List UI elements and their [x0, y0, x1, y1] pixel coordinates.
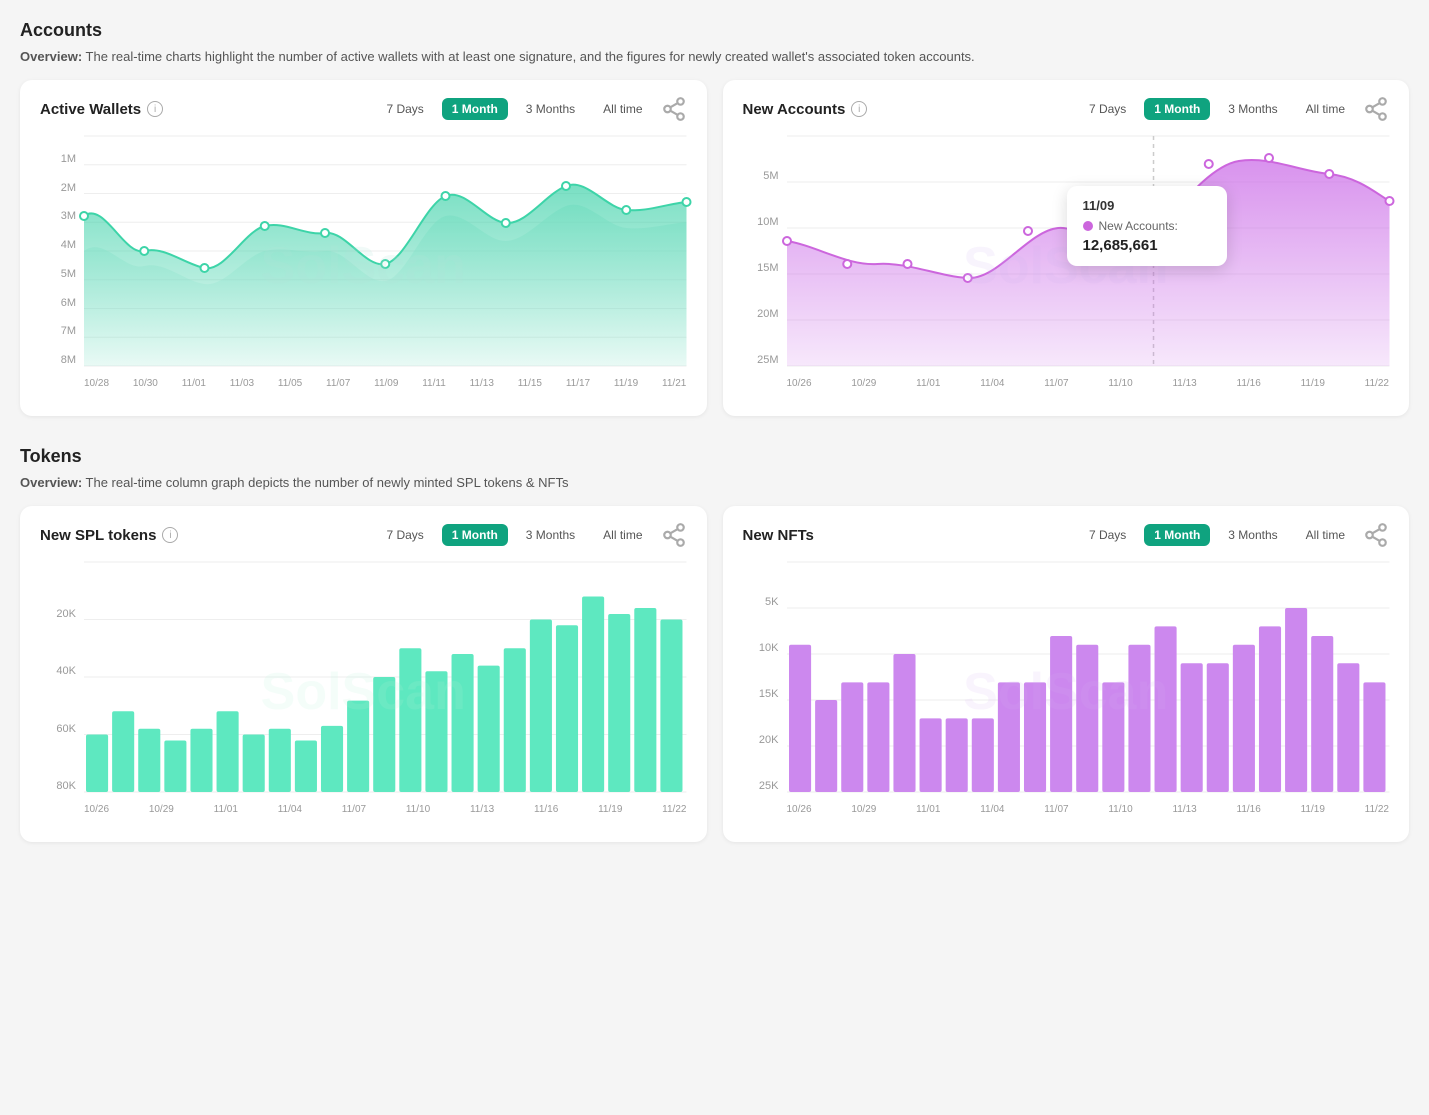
new-spl-tokens-3months-btn[interactable]: 3 Months: [516, 524, 585, 546]
accounts-charts-grid: Active Wallets i 7 Days 1 Month 3 Months…: [20, 80, 1409, 416]
new-accounts-x-axis: 10/26 10/29 11/01 11/04 11/07 11/10 11/1…: [787, 371, 1390, 396]
tokens-overview: Overview: The real-time column graph dep…: [20, 475, 1409, 490]
new-spl-tokens-header: New SPL tokens i 7 Days 1 Month 3 Months…: [40, 522, 687, 548]
active-wallets-controls: 7 Days 1 Month 3 Months All time: [376, 96, 686, 122]
new-nfts-alltime-btn[interactable]: All time: [1296, 524, 1355, 546]
new-spl-tokens-chart-area: SolScan 80K 60K 40K 20K: [40, 562, 687, 822]
active-wallets-info-icon[interactable]: i: [147, 101, 163, 117]
tokens-charts-grid: New SPL tokens i 7 Days 1 Month 3 Months…: [20, 506, 1409, 842]
tooltip-row: New Accounts:: [1083, 219, 1211, 233]
new-accounts-3months-btn[interactable]: 3 Months: [1218, 98, 1287, 120]
tooltip-label: New Accounts:: [1099, 219, 1178, 233]
new-accounts-7days-btn[interactable]: 7 Days: [1079, 98, 1136, 120]
active-wallets-title: Active Wallets: [40, 101, 141, 118]
new-spl-tokens-controls: 7 Days 1 Month 3 Months All time: [376, 522, 686, 548]
new-accounts-header: New Accounts i 7 Days 1 Month 3 Months A…: [743, 96, 1390, 122]
new-spl-tokens-x-axis: 10/26 10/29 11/01 11/04 11/07 11/10 11/1…: [84, 797, 687, 822]
new-spl-tokens-y-axis: 80K 60K 40K 20K: [40, 562, 76, 792]
new-accounts-info-icon[interactable]: i: [851, 101, 867, 117]
tooltip-dot: [1083, 221, 1093, 231]
new-spl-tokens-title-group: New SPL tokens i: [40, 527, 178, 544]
new-accounts-svg-area: 11/09 New Accounts: 12,685,661: [787, 136, 1390, 366]
new-nfts-x-axis: 10/26 10/29 11/01 11/04 11/07 11/10 11/1…: [787, 797, 1390, 822]
new-nfts-chart-area: SolScan 25K 20K 15K 10K 5K: [743, 562, 1390, 822]
active-wallets-1month-btn[interactable]: 1 Month: [442, 98, 508, 120]
new-nfts-title-group: New NFTs: [743, 527, 814, 544]
active-wallets-card: Active Wallets i 7 Days 1 Month 3 Months…: [20, 80, 707, 416]
new-spl-tokens-7days-btn[interactable]: 7 Days: [376, 524, 433, 546]
accounts-section: Accounts Overview: The real-time charts …: [20, 20, 1409, 416]
new-accounts-1month-btn[interactable]: 1 Month: [1144, 98, 1210, 120]
new-nfts-3months-btn[interactable]: 3 Months: [1218, 524, 1287, 546]
new-nfts-controls: 7 Days 1 Month 3 Months All time: [1079, 522, 1389, 548]
tokens-section: Tokens Overview: The real-time column gr…: [20, 446, 1409, 842]
new-nfts-7days-btn[interactable]: 7 Days: [1079, 524, 1136, 546]
new-spl-tokens-title: New SPL tokens: [40, 527, 156, 544]
new-spl-tokens-1month-btn[interactable]: 1 Month: [442, 524, 508, 546]
active-wallets-title-group: Active Wallets i: [40, 101, 163, 118]
active-wallets-7days-btn[interactable]: 7 Days: [376, 98, 433, 120]
active-wallets-share-icon[interactable]: [661, 96, 687, 122]
new-nfts-svg-area: [787, 562, 1390, 792]
tooltip-value: 12,685,661: [1083, 237, 1211, 254]
new-accounts-y-axis: 25M 20M 15M 10M 5M: [743, 136, 779, 366]
tooltip-date: 11/09: [1083, 198, 1211, 213]
new-accounts-share-icon[interactable]: [1363, 96, 1389, 122]
new-nfts-y-axis: 25K 20K 15K 10K 5K: [743, 562, 779, 792]
new-accounts-chart-area: SolScan 25M 20M 15M 10M 5M: [743, 136, 1390, 396]
new-spl-tokens-alltime-btn[interactable]: All time: [593, 524, 652, 546]
accounts-overview: Overview: The real-time charts highlight…: [20, 49, 1409, 64]
new-accounts-title: New Accounts: [743, 101, 846, 118]
overview-label: Overview:: [20, 49, 82, 64]
active-wallets-y-axis: 8M 7M 6M 5M 4M 3M 2M 1M: [40, 136, 76, 366]
active-wallets-alltime-btn[interactable]: All time: [593, 98, 652, 120]
new-accounts-tooltip: 11/09 New Accounts: 12,685,661: [1067, 186, 1227, 266]
new-accounts-card: New Accounts i 7 Days 1 Month 3 Months A…: [723, 80, 1410, 416]
new-spl-tokens-svg-area: [84, 562, 687, 792]
tokens-title: Tokens: [20, 446, 1409, 467]
new-accounts-alltime-btn[interactable]: All time: [1296, 98, 1355, 120]
new-nfts-share-icon[interactable]: [1363, 522, 1389, 548]
new-spl-tokens-share-icon[interactable]: [661, 522, 687, 548]
new-nfts-title: New NFTs: [743, 527, 814, 544]
new-spl-tokens-info-icon[interactable]: i: [162, 527, 178, 543]
active-wallets-3months-btn[interactable]: 3 Months: [516, 98, 585, 120]
active-wallets-header: Active Wallets i 7 Days 1 Month 3 Months…: [40, 96, 687, 122]
new-accounts-title-group: New Accounts i: [743, 101, 868, 118]
accounts-title: Accounts: [20, 20, 1409, 41]
new-nfts-card: New NFTs 7 Days 1 Month 3 Months All tim…: [723, 506, 1410, 842]
new-nfts-1month-btn[interactable]: 1 Month: [1144, 524, 1210, 546]
new-accounts-controls: 7 Days 1 Month 3 Months All time: [1079, 96, 1389, 122]
new-nfts-header: New NFTs 7 Days 1 Month 3 Months All tim…: [743, 522, 1390, 548]
active-wallets-chart-area: SolScan 8M 7M 6M 5M 4M 3M 2M 1M: [40, 136, 687, 396]
tokens-overview-label: Overview:: [20, 475, 82, 490]
new-spl-tokens-card: New SPL tokens i 7 Days 1 Month 3 Months…: [20, 506, 707, 842]
active-wallets-svg-area: [84, 136, 687, 366]
active-wallets-x-axis: 10/28 10/30 11/01 11/03 11/05 11/07 11/0…: [84, 371, 687, 396]
